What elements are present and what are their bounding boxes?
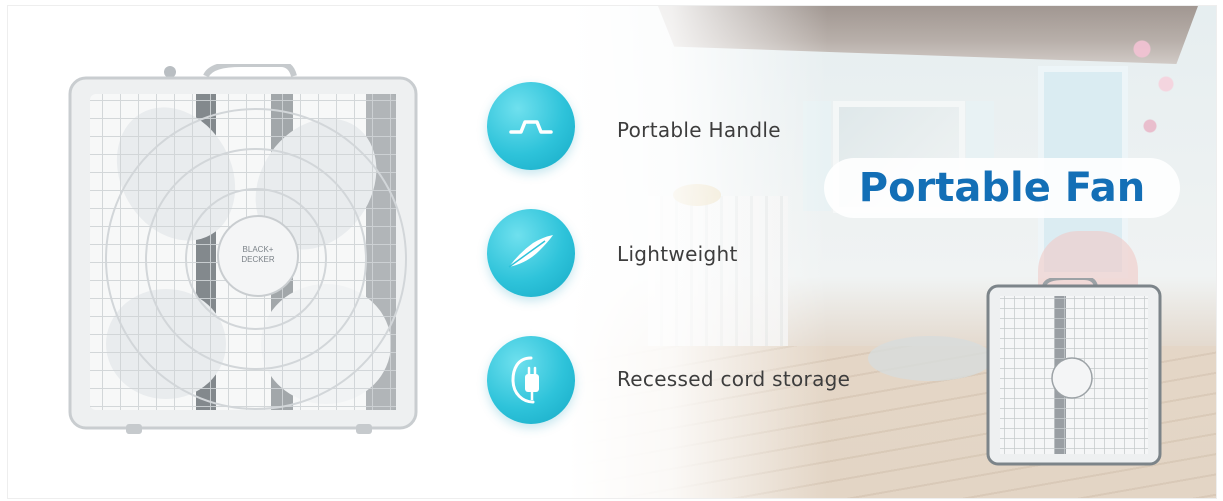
floor-blanket [868, 336, 993, 381]
banner-title: Portable Fan [858, 165, 1146, 211]
feather-icon [508, 235, 553, 268]
svg-text:DECKER: DECKER [241, 255, 275, 264]
box-fan-image: BLACK+ DECKER [68, 64, 418, 434]
feature-circle-cord-storage [487, 336, 575, 424]
hanging-flowers [1118, 21, 1198, 161]
plug-icon [511, 356, 539, 404]
feature-label-lightweight: Lightweight [617, 242, 738, 266]
handle-icon [509, 120, 553, 134]
feature-circle-lightweight [487, 209, 575, 297]
feature-circle-portable-handle [487, 82, 575, 170]
feature-label-cord-storage: Recessed cord storage [617, 367, 851, 391]
product-banner: BLACK+ DECKER Portable Handle Lightweigh [7, 5, 1217, 499]
box-fan-in-scene [986, 278, 1162, 466]
svg-text:BLACK+: BLACK+ [243, 245, 274, 254]
feature-label-portable-handle: Portable Handle [617, 118, 781, 142]
